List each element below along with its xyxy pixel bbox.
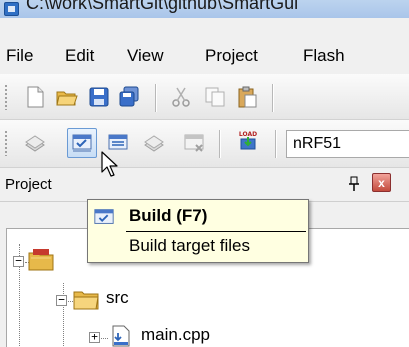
toolbar-separator [272, 84, 273, 112]
save-button[interactable] [84, 82, 114, 112]
stop-build-button[interactable] [179, 128, 209, 158]
tooltip-description: Build target files [129, 236, 250, 255]
pin-icon[interactable] [348, 176, 360, 192]
folder-icon [73, 291, 99, 310]
translate-button[interactable] [20, 128, 50, 158]
load-icon: LOAD [239, 131, 257, 150]
target-select[interactable]: nRF51 [286, 130, 409, 158]
menu-bar: File Edit View Project Flash [0, 18, 409, 74]
stop-build-icon [184, 134, 204, 152]
paste-button[interactable] [232, 82, 262, 112]
close-icon: x [378, 175, 385, 190]
tooltip-title: Build (F7) [129, 206, 208, 225]
batch-build-button[interactable] [139, 128, 169, 158]
toolbar-grip[interactable] [4, 84, 8, 110]
close-pane-button[interactable]: x [372, 173, 391, 192]
scissors-icon [172, 87, 190, 107]
new-file-icon [27, 86, 44, 108]
tree-item-label: src [106, 288, 129, 307]
open-folder-icon [56, 91, 78, 106]
toolbar-grip[interactable] [4, 130, 8, 156]
build-tooltip: Build (F7) Build target files [87, 199, 309, 263]
save-all-icon [119, 86, 139, 107]
menu-flash[interactable]: Flash [303, 46, 345, 66]
file-toolbar [0, 74, 409, 120]
toolbar-separator [275, 130, 276, 158]
open-file-button[interactable] [52, 82, 82, 112]
collapse-icon[interactable]: − [13, 255, 24, 267]
menu-file[interactable]: File [6, 46, 33, 66]
translate-icon [25, 135, 45, 152]
toolbar-separator [219, 130, 220, 158]
build-toolbar: LOAD nRF51 [0, 120, 409, 168]
menu-project[interactable]: Project [205, 46, 258, 66]
mouse-cursor-icon [101, 151, 118, 177]
title-bar: C:\work\SmartGit\github\SmartGul [0, 0, 409, 18]
copy-button[interactable] [200, 82, 230, 112]
load-button[interactable]: LOAD [233, 126, 263, 156]
target-icon [28, 249, 54, 271]
source-file-icon [112, 325, 130, 347]
expand-icon[interactable]: + [89, 331, 100, 343]
toolbar-separator [155, 84, 156, 112]
paste-icon [238, 86, 257, 108]
new-file-button[interactable] [20, 82, 50, 112]
save-icon [89, 87, 109, 107]
tree-item-label: main.cpp [141, 325, 210, 344]
build-icon [94, 209, 114, 224]
copy-icon [205, 87, 225, 107]
project-pane-header: Project x [0, 168, 409, 202]
save-all-button[interactable] [114, 82, 144, 112]
collapse-icon[interactable]: − [56, 294, 67, 306]
cut-button[interactable] [166, 82, 196, 112]
menu-edit[interactable]: Edit [65, 46, 94, 66]
menu-view[interactable]: View [127, 46, 164, 66]
build-icon [72, 134, 92, 152]
build-button[interactable] [67, 128, 97, 158]
project-pane-title: Project [5, 176, 52, 193]
batch-build-icon [144, 135, 164, 152]
app-icon [4, 2, 19, 16]
window-title: C:\work\SmartGit\github\SmartGul [26, 0, 299, 13]
load-label: LOAD [239, 131, 257, 138]
tooltip-divider [126, 231, 306, 232]
